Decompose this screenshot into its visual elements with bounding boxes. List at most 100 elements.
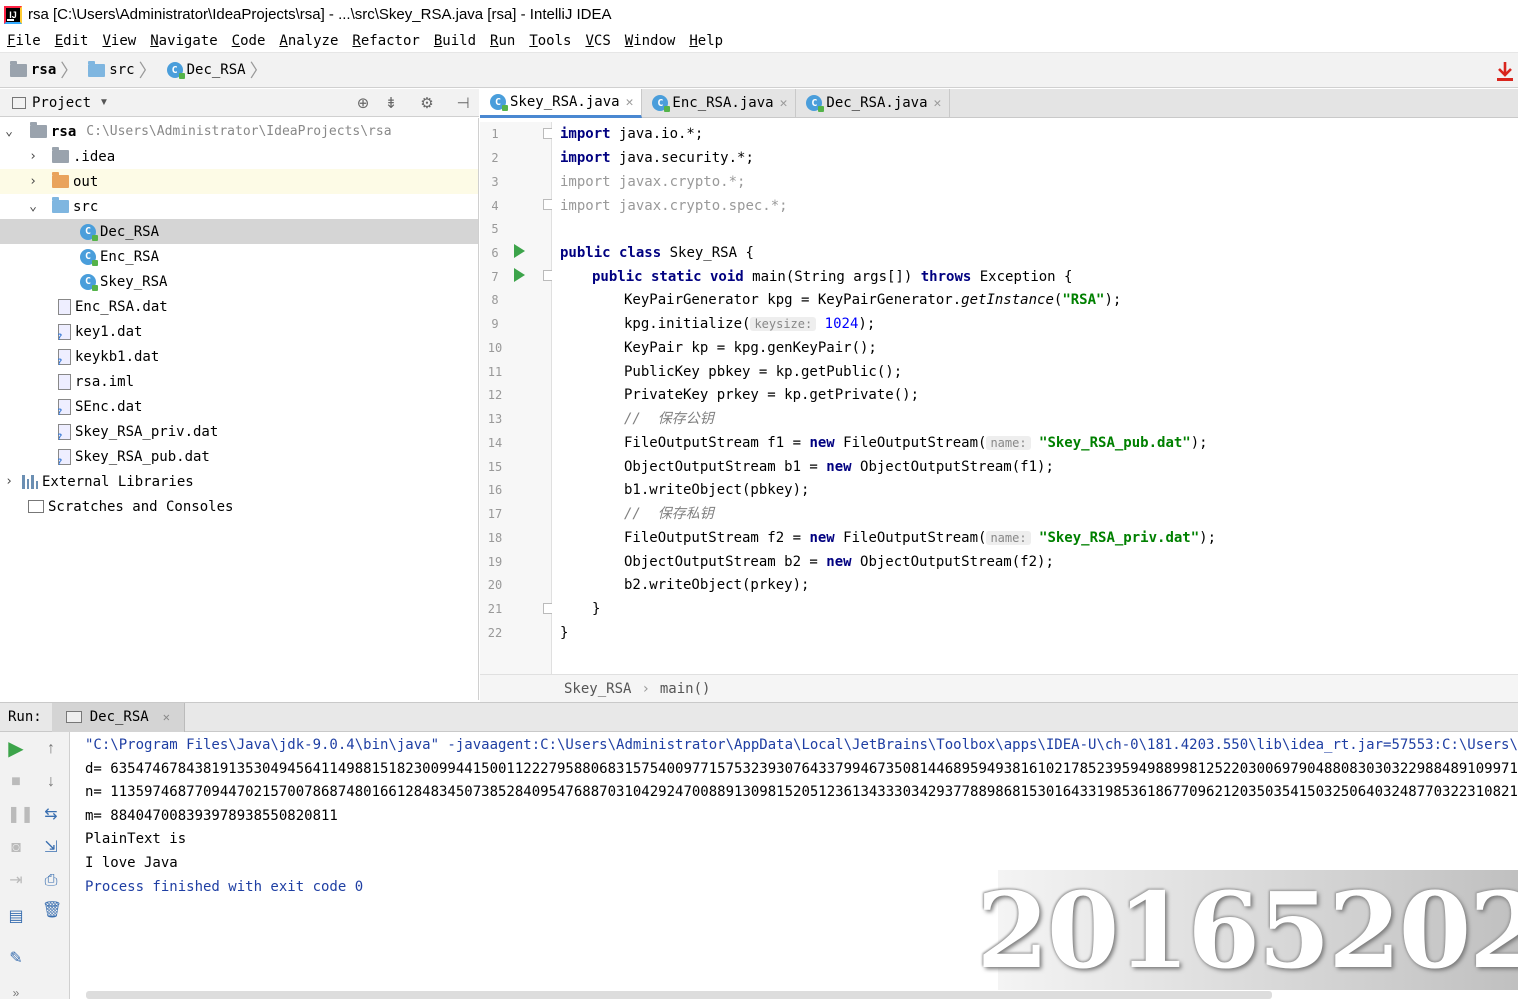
more-icon[interactable]: » [7, 984, 25, 999]
tree-item-idea[interactable]: › .idea [0, 144, 478, 169]
tab-enc-rsa[interactable]: C Enc_RSA.java ✕ [642, 89, 797, 117]
tab-dec-rsa[interactable]: C Dec_RSA.java ✕ [796, 89, 951, 117]
tree-item-label: .idea [73, 148, 116, 165]
chevron-down-icon[interactable]: ⌄ [2, 124, 16, 139]
tab-skey-rsa[interactable]: C Skey_RSA.java ✕ [480, 89, 643, 118]
locate-icon[interactable]: ⊕ [355, 96, 371, 112]
pause-icon[interactable]: ❚❚ [7, 806, 34, 824]
line-number: 1 [491, 127, 499, 141]
tree-item-file[interactable]: Skey_RSA_pub.dat [0, 444, 478, 469]
java-class-icon: C [80, 223, 98, 241]
code-line: import javax.crypto.*; [560, 174, 746, 190]
tree-item-file[interactable]: SEnc.dat [0, 394, 478, 419]
menu-help[interactable]: Help [682, 29, 730, 53]
pin-icon[interactable]: ✎ [7, 950, 25, 968]
code-line: KeyPairGenerator kpg = KeyPairGenerator.… [624, 292, 1122, 308]
console-line: Process finished with exit code 0 [85, 879, 364, 895]
tree-item-file[interactable]: keykb1.dat [0, 344, 478, 369]
code-line: import java.security.*; [560, 150, 754, 166]
camera-icon[interactable]: ◙ [7, 839, 25, 857]
tree-item-label: src [73, 198, 99, 215]
chevron-down-icon[interactable]: ⌄ [26, 199, 40, 214]
rerun-icon[interactable]: ▶ [7, 739, 25, 759]
menu-vcs[interactable]: VCS [578, 29, 617, 53]
stop-icon[interactable]: ■ [7, 773, 25, 791]
navigation-bar: rsa 〉 src 〉 C Dec_RSA 〉 [0, 53, 1518, 88]
menu-tools[interactable]: Tools [522, 29, 578, 53]
close-icon[interactable]: ✕ [626, 95, 634, 110]
line-number: 3 [491, 175, 499, 189]
console-line: m= 884047008393978938550820811 [85, 808, 338, 824]
layout-icon[interactable]: ▤ [7, 908, 25, 926]
arrow-up-icon[interactable]: ↑ [42, 740, 60, 758]
java-class-icon: C [80, 248, 98, 266]
menu-view[interactable]: View [95, 29, 143, 53]
title-bar: IJ rsa [C:\Users\Administrator\IdeaProje… [0, 0, 1518, 29]
breadcrumb-class[interactable]: Skey_RSA [564, 681, 631, 697]
code-line: PublicKey pbkey = kp.getPublic(); [624, 364, 903, 380]
tree-item-scratches[interactable]: Scratches and Consoles [0, 494, 478, 519]
breadcrumb-dec-rsa[interactable]: C Dec_RSA 〉 [166, 57, 274, 83]
line-number: 21 [487, 602, 503, 616]
project-path: C:\Users\Administrator\IdeaProjects\rsa [86, 124, 392, 139]
menu-build[interactable]: Build [427, 29, 483, 53]
menu-window[interactable]: Window [618, 29, 683, 53]
menu-run[interactable]: Run [483, 29, 522, 53]
tree-item-rsa[interactable]: ⌄ rsa C:\Users\Administrator\IdeaProject… [0, 119, 478, 144]
menu-edit[interactable]: Edit [48, 29, 96, 53]
tree-item-external-libraries[interactable]: › External Libraries [0, 469, 478, 494]
tree-item-enc-rsa[interactable]: C Enc_RSA [0, 244, 478, 269]
close-icon[interactable]: ✕ [163, 710, 170, 724]
soft-wrap-icon[interactable]: ⇆ [42, 806, 60, 824]
download-icon[interactable] [1496, 60, 1514, 82]
run-tab-dec-rsa[interactable]: Dec_RSA ✕ [51, 702, 185, 732]
console-line: "C:\Program Files\Java\jdk-9.0.4\bin\jav… [85, 737, 1518, 753]
breadcrumb-method[interactable]: main() [660, 681, 711, 697]
menu-analyze[interactable]: Analyze [272, 29, 345, 53]
gear-icon[interactable]: ⚙ [419, 96, 435, 112]
tree-item-file[interactable]: Enc_RSA.dat [0, 294, 478, 319]
tree-item-src[interactable]: ⌄ src [0, 194, 478, 219]
run-class-icon[interactable] [514, 244, 525, 258]
chevron-right-icon[interactable]: › [26, 149, 40, 164]
close-icon[interactable]: ✕ [934, 96, 942, 111]
chevron-right-icon[interactable]: › [26, 174, 40, 189]
code-line: kpg.initialize(keysize: 1024); [624, 316, 876, 332]
chevron-down-icon[interactable]: ▼ [99, 97, 109, 108]
code-line: } [592, 601, 601, 617]
code-line: ObjectOutputStream b1 = new ObjectOutput… [624, 459, 1054, 475]
code-line: ObjectOutputStream b2 = new ObjectOutput… [624, 554, 1054, 570]
print-icon[interactable]: ⎙ [42, 872, 60, 890]
code-editor[interactable]: import java.io.*; import java.security.*… [552, 122, 1518, 674]
module-file-icon [58, 373, 71, 390]
tree-item-label: Dec_RSA [100, 223, 160, 240]
tree-item-skey-rsa[interactable]: C Skey_RSA [0, 269, 478, 294]
close-icon[interactable]: ✕ [780, 96, 788, 111]
menu-file[interactable]: File [0, 29, 48, 53]
menu-refactor[interactable]: Refactor [345, 29, 426, 53]
line-number: 20 [487, 578, 503, 592]
breadcrumb-src[interactable]: src 〉 [88, 57, 162, 83]
exit-icon[interactable]: ⇥ [7, 872, 25, 890]
arrow-down-icon[interactable]: ↓ [42, 773, 60, 791]
code-line: KeyPair kp = kpg.genKeyPair(); [624, 340, 877, 356]
horizontal-scrollbar[interactable] [86, 991, 1272, 999]
tree-item-file[interactable]: rsa.iml [0, 369, 478, 394]
chevron-right-icon[interactable]: › [2, 474, 16, 489]
tree-item-file[interactable]: key1.dat [0, 319, 478, 344]
menu-code[interactable]: Code [225, 29, 273, 53]
collapse-all-icon[interactable]: ⇟ [383, 96, 399, 112]
run-main-icon[interactable] [514, 268, 525, 282]
tree-item-out[interactable]: › out [0, 169, 478, 194]
code-line: } [560, 625, 569, 641]
scroll-to-end-icon[interactable]: ⇲ [42, 839, 60, 857]
hide-panel-icon[interactable]: ⊣ [455, 96, 471, 112]
tree-item-dec-rsa[interactable]: C Dec_RSA [0, 219, 478, 244]
project-view-selector[interactable]: Project [32, 95, 91, 111]
trash-icon[interactable]: 🗑 [42, 902, 62, 920]
tree-item-file[interactable]: Skey_RSA_priv.dat [0, 419, 478, 444]
menu-navigate[interactable]: Navigate [143, 29, 224, 53]
line-number: 12 [487, 388, 503, 402]
breadcrumb-rsa[interactable]: rsa 〉 [10, 57, 84, 83]
java-class-icon: C [490, 94, 508, 111]
